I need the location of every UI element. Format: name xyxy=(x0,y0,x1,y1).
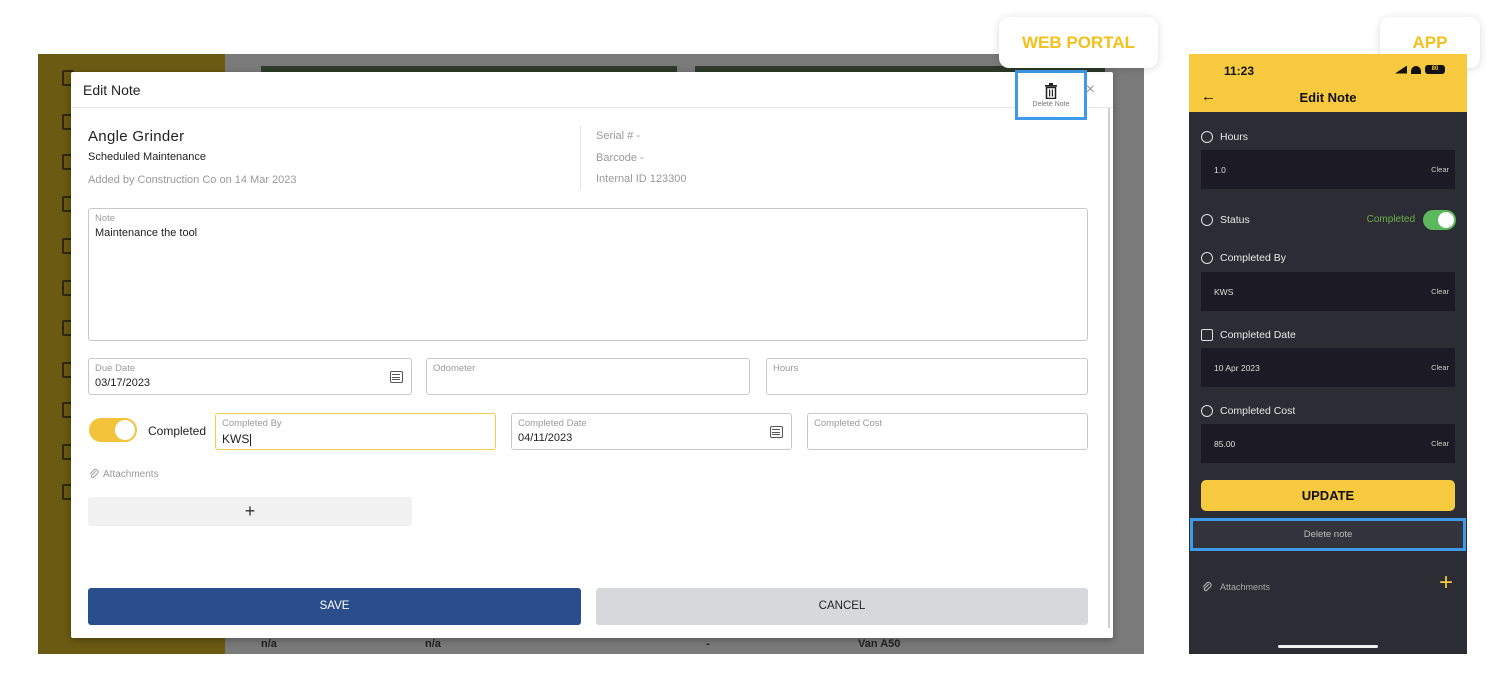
delete-note-button[interactable]: Delete note xyxy=(1190,518,1466,551)
divider xyxy=(580,126,581,190)
app-header: 11:23 80 ← Edit Note xyxy=(1189,54,1467,112)
toggle-knob xyxy=(115,420,135,440)
completed-toggle[interactable] xyxy=(89,418,137,442)
status-bar-icons: 80 xyxy=(1395,65,1445,74)
due-date-value: 03/17/2023 xyxy=(95,377,151,389)
app-completed-by-field[interactable]: KWS Clear xyxy=(1201,272,1455,311)
bg-cell: - xyxy=(706,638,710,650)
update-button[interactable]: UPDATE xyxy=(1201,480,1455,511)
status-header: Status xyxy=(1201,214,1250,226)
mobile-app-screen: 11:23 80 ← Edit Note Hours 1.0 Clear Sta… xyxy=(1189,54,1467,654)
completed-cost-label: Completed Cost xyxy=(814,418,883,429)
hours-label: Hours xyxy=(773,363,799,374)
app-completed-cost-field[interactable]: 85.00 Clear xyxy=(1201,424,1455,463)
hours-header: Hours xyxy=(1201,131,1248,143)
signal-icon xyxy=(1395,65,1407,74)
hours-field[interactable]: Hours xyxy=(766,358,1088,395)
attachments-header: Attachments xyxy=(88,468,159,480)
bg-cell: Van A50 xyxy=(858,638,901,650)
close-icon[interactable]: × xyxy=(1086,81,1095,99)
app-hours-field[interactable]: 1.0 Clear xyxy=(1201,150,1455,189)
asset-name: Angle Grinder xyxy=(88,128,185,145)
completed-date-label: Completed Date xyxy=(518,418,587,429)
status-bar-time: 11:23 xyxy=(1224,64,1255,78)
barcode: Barcode - xyxy=(596,152,644,164)
note-value: Maintenance the tool xyxy=(95,227,198,239)
delete-note-label: Delete Note xyxy=(1032,100,1070,108)
completed-cost-header: Completed Cost xyxy=(1201,405,1295,417)
web-portal-label: WEB PORTAL xyxy=(999,17,1158,68)
clock-icon xyxy=(1201,131,1213,143)
note-textarea[interactable]: Note Maintenance the tool xyxy=(88,208,1088,341)
app-title: Edit Note xyxy=(1299,90,1357,105)
due-date-label: Due Date xyxy=(95,363,136,374)
completed-date-label: Completed Date xyxy=(1220,329,1296,341)
clear-button[interactable]: Clear xyxy=(1431,363,1449,372)
stage: n/a n/a - Van A50 Edit Note × Delete Not… xyxy=(0,0,1505,698)
delete-note-button[interactable]: Delete Note xyxy=(1015,70,1087,120)
asset-note-type: Scheduled Maintenance xyxy=(88,151,207,163)
save-button[interactable]: SAVE xyxy=(88,588,581,625)
cancel-button[interactable]: CANCEL xyxy=(596,588,1088,625)
status-label: Status xyxy=(1220,214,1250,226)
completed-cost-value: 85.00 xyxy=(1214,439,1236,449)
completed-date-header: Completed Date xyxy=(1201,329,1296,341)
odometer-label: Odometer xyxy=(433,363,476,374)
add-attachment-button[interactable]: + xyxy=(1439,571,1453,595)
edit-note-modal: Edit Note × Delete Note Angle Grinder Sc… xyxy=(71,70,1113,638)
completed-by-label: Completed By xyxy=(1220,252,1286,264)
completed-date-value: 10 Apr 2023 xyxy=(1214,363,1260,373)
clear-button[interactable]: Clear xyxy=(1431,439,1449,448)
paperclip-icon xyxy=(89,468,99,479)
hours-label: Hours xyxy=(1220,131,1249,143)
hours-value: 1.0 xyxy=(1214,165,1226,175)
paperclip-icon xyxy=(1202,581,1212,592)
completed-date-value: 04/11/2023 xyxy=(518,432,573,444)
completed-date-field[interactable]: Completed Date 04/11/2023 xyxy=(511,413,792,450)
clear-button[interactable]: Clear xyxy=(1431,165,1449,174)
modal-scrollbar[interactable] xyxy=(1108,108,1110,628)
completed-by-field[interactable]: Completed By KWS xyxy=(215,413,496,450)
odometer-field[interactable]: Odometer xyxy=(426,358,750,395)
note-label: Note xyxy=(95,213,116,224)
check-circle-icon xyxy=(1201,214,1213,226)
add-attachment-button[interactable]: + xyxy=(88,497,412,526)
bg-cell: n/a xyxy=(261,638,277,650)
completed-by-header: Completed By xyxy=(1201,252,1286,264)
battery-icon: 80 xyxy=(1425,65,1445,74)
internal-id: Internal ID 123300 xyxy=(596,173,687,185)
calendar-icon xyxy=(1201,329,1213,341)
toggle-knob xyxy=(1438,212,1454,228)
completed-by-value: KWS xyxy=(222,432,252,446)
asset-added-by: Added by Construction Co on 14 Mar 2023 xyxy=(88,174,297,186)
attachments-label: Attachments xyxy=(103,468,159,480)
wifi-icon xyxy=(1411,65,1421,74)
clear-button[interactable]: Clear xyxy=(1431,287,1449,296)
due-date-field[interactable]: Due Date 03/17/2023 xyxy=(88,358,412,395)
bg-cell: n/a xyxy=(425,638,441,650)
modal-header: Edit Note xyxy=(71,72,1113,108)
attachments-label: Attachments xyxy=(1220,582,1271,592)
app-attachments-header: Attachments xyxy=(1201,581,1270,593)
app-completed-date-field[interactable]: 10 Apr 2023 Clear xyxy=(1201,348,1455,387)
text-cursor xyxy=(250,433,252,446)
status-toggle[interactable] xyxy=(1423,210,1456,230)
user-icon xyxy=(1201,252,1213,264)
dollar-icon xyxy=(1201,405,1213,417)
completed-by-label: Completed By xyxy=(222,418,282,429)
completed-label: Completed xyxy=(148,424,207,438)
status-value: Completed xyxy=(1366,214,1415,225)
completed-by-value: KWS xyxy=(1214,287,1234,297)
calendar-icon[interactable] xyxy=(390,371,403,383)
serial-number: Serial # - xyxy=(596,130,641,142)
calendar-icon[interactable] xyxy=(770,426,783,438)
completed-by-text: KWS xyxy=(222,432,250,446)
modal-title: Edit Note xyxy=(83,81,141,98)
home-indicator xyxy=(1278,645,1378,648)
trash-icon xyxy=(1045,82,1057,99)
completed-cost-field[interactable]: Completed Cost xyxy=(807,413,1088,450)
completed-cost-label: Completed Cost xyxy=(1220,405,1296,417)
